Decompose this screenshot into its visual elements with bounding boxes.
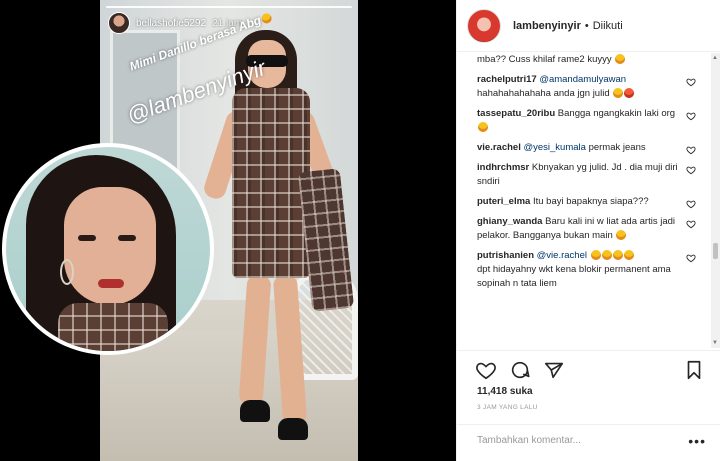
comment-username[interactable]: rachelputri17 [477, 74, 537, 85]
shoe [278, 418, 308, 440]
emoji-icon [613, 88, 624, 99]
emoji-icon [615, 54, 626, 65]
header-username[interactable]: lambenyinyir [513, 20, 581, 32]
closeup-eye [118, 235, 136, 241]
emoji-icon [612, 250, 623, 261]
story-progress-bar [106, 6, 352, 8]
comment-username[interactable]: ghiany_wanda [477, 216, 542, 227]
more-options-button[interactable]: ••• [688, 433, 706, 449]
story-avatar[interactable] [108, 12, 130, 34]
post-timestamp: 3 JAM YANG LALU [477, 404, 538, 411]
comment-item: tassepatu_20ribu Bangga ngangkakin laki … [457, 107, 712, 135]
comment-mention[interactable]: @amandamulyawan [539, 74, 626, 85]
comment-username[interactable]: puteri_elma [477, 196, 530, 207]
comments-list[interactable]: mba?? Cuss khilaf rame2 kuyyy rachelputr… [457, 53, 712, 348]
emoji-icon [624, 88, 635, 99]
closeup-lips [98, 279, 124, 288]
heart-icon[interactable] [686, 253, 696, 263]
scrollbar-thumb[interactable] [713, 243, 718, 259]
comment-text: mba?? Cuss khilaf rame2 kuyyy [477, 54, 612, 65]
header-avatar[interactable] [467, 8, 501, 43]
shoe [240, 400, 270, 422]
post-actions [457, 350, 720, 384]
comment-input[interactable] [477, 435, 677, 446]
comment-item: ghiany_wanda Baru kali ini w liat ada ar… [457, 215, 712, 243]
emoji-icon [623, 250, 634, 261]
comment-item: vie.rachel @yesi_kumala permak jeans [457, 141, 712, 155]
heart-icon[interactable] [686, 111, 696, 121]
comment-text: permak jeans [588, 142, 646, 153]
add-comment-section: ••• [457, 424, 720, 461]
post-panel: lambenyinyir • Diikuti mba?? Cuss khilaf… [457, 0, 720, 461]
post-header: lambenyinyir • Diikuti [457, 0, 720, 52]
scroll-down-arrow-icon[interactable]: ▼ [712, 340, 718, 346]
emoji-icon [590, 250, 601, 261]
follow-status-button[interactable]: Diikuti [593, 20, 623, 32]
comment-text: Bangga ngangkakin laki org [557, 108, 676, 119]
bookmark-icon[interactable] [683, 359, 705, 381]
comments-scrollbar[interactable]: ▲ ▼ [711, 53, 720, 348]
header-separator: • [584, 19, 589, 32]
closeup-eye [78, 235, 96, 241]
comment-username[interactable]: tassepatu_20ribu [477, 108, 555, 119]
comment-item: indhrchmsr Kbnyakan yg julid. Jd . dia m… [457, 161, 712, 189]
emoji-icon [601, 250, 612, 261]
comment-text: hahahahahahaha anda jgn julid [477, 88, 610, 99]
face-closeup-circle [2, 143, 214, 355]
share-icon[interactable] [543, 359, 565, 381]
comment-item: rachelputri17 @amandamulyawan hahahahaha… [457, 73, 712, 101]
comment-mention[interactable]: @yesi_kumala [523, 142, 585, 153]
likes-count[interactable]: 11,418 suka [477, 386, 533, 397]
comment-item: puteri_elma Itu bayi bapaknya siapa??? [457, 195, 712, 209]
comment-icon[interactable] [509, 359, 531, 381]
heart-icon[interactable] [686, 165, 696, 175]
heart-icon[interactable] [475, 359, 497, 381]
closeup-earring [60, 259, 74, 285]
emoji-icon [616, 230, 627, 241]
comment-text: Itu bayi bapaknya siapa??? [532, 196, 649, 207]
heart-icon[interactable] [686, 77, 696, 87]
comment-item: mba?? Cuss khilaf rame2 kuyyy [457, 53, 712, 67]
comment-username[interactable]: putrishanien [477, 250, 534, 261]
comment-item: putrishanien @vie.rachel dpt hidayahny w… [457, 249, 712, 291]
comment-username[interactable]: vie.rachel [477, 142, 521, 153]
heart-icon[interactable] [686, 219, 696, 229]
emoji-icon [478, 122, 488, 133]
comment-text: dpt hidayahny wkt kena blokir permanent … [477, 264, 671, 289]
story-username[interactable]: bellashofie5292 [136, 18, 206, 29]
comment-username[interactable]: indhrchmsr [477, 162, 529, 173]
heart-icon[interactable] [686, 199, 696, 209]
closeup-plaid-collar [58, 303, 168, 351]
story-media: bellashofie5292 21 jam Mimi Danillo bera… [0, 0, 456, 461]
heart-icon[interactable] [686, 145, 696, 155]
comment-mention[interactable]: @vie.rachel [537, 250, 587, 261]
scroll-up-arrow-icon[interactable]: ▲ [712, 55, 718, 61]
